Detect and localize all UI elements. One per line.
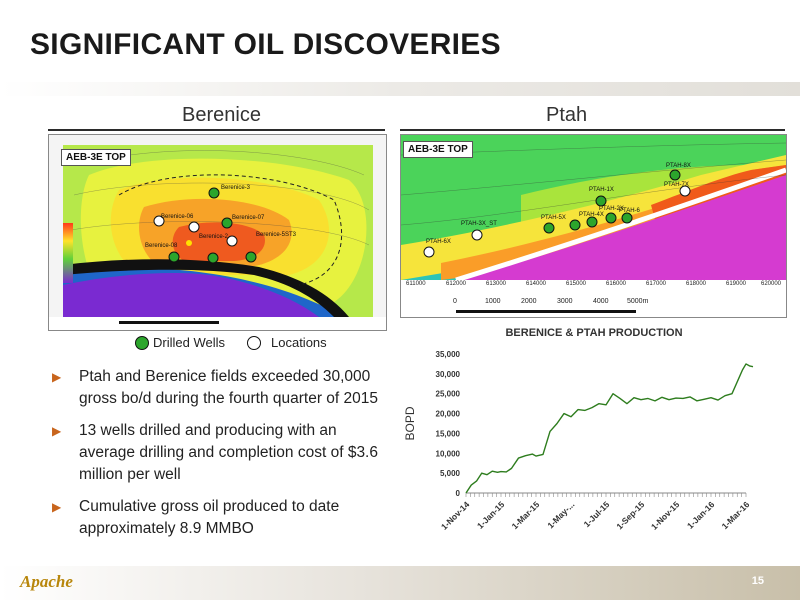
well-label: PTAH-4X [579,212,604,218]
y-tick-label: 0 [456,489,461,498]
production-series-line [465,363,754,494]
well-label: PTAH-6 [619,208,640,214]
bullet-item: ▶ Cumulative gross oil produced to date … [52,496,382,540]
ptah-map: AEB-3E TOP PTAH-6X PTAH-3X_ST PTAH-5X PT… [400,134,787,318]
well-label: PTAH-7X [664,182,689,188]
bullet-arrow-icon: ▶ [52,370,62,384]
x-tick-label: 1-Jul-15 [582,499,612,529]
page-number: 15 [751,575,764,587]
ptah-map-tag: AEB-3E TOP [403,141,473,158]
x-tick-label: 1-Jan-16 [685,499,717,531]
bullet-arrow-icon: ▶ [52,500,62,514]
ptah-map-graphic [401,135,786,317]
well-label: PTAH-5X [541,215,566,221]
bullet-text: 13 wells drilled and producing with an a… [79,422,378,483]
y-tick-label: 35,000 [436,350,461,359]
berenice-map-rule [48,129,385,131]
berenice-map-tag: AEB-3E TOP [61,149,131,166]
y-tick-label: 25,000 [436,390,461,399]
berenice-map: AEB-3E TOP Berenice-3 Berenice-06 Bereni… [48,134,387,331]
x-tick-label: 1-Nov-15 [649,499,682,532]
bullet-arrow-icon: ▶ [52,424,62,438]
grid-label: 615000 [566,281,587,287]
bullet-item: ▶ Ptah and Berenice fields exceeded 30,0… [52,366,382,410]
grid-label: 617000 [646,281,667,287]
grid-label: 614000 [526,281,547,287]
grid-label: 620000 [761,281,782,287]
production-chart: BOPD 0 5,000 10,000 15,000 20,000 25,000 30,000… [403,350,754,532]
well-label: Berenice-08 [145,243,178,249]
y-tick-label: 20,000 [436,410,461,419]
y-tick-label: 10,000 [436,449,461,458]
well-label: Berenice-3 [221,185,251,191]
well-label: Berenice-06 [161,214,194,220]
title-divider [0,82,800,96]
x-tick-label: 1-Mar-15 [510,499,542,531]
well-label: Berenice-2 [199,234,229,240]
drilled-well-icon [135,336,149,350]
well-label: Berenice-5ST3 [256,232,297,238]
scale-label: 0 [453,298,457,305]
x-tick-label: 1-Mar-16 [720,499,752,531]
grid-label: 613000 [486,281,507,287]
grid-label: 616000 [606,281,627,287]
page-title: SIGNIFICANT OIL DISCOVERIES [30,28,501,61]
x-tick-label: 1-May-... [545,499,576,530]
grid-label: 612000 [446,281,467,287]
y-tick-label: 15,000 [436,429,461,438]
x-tick-label: 1-Jan-15 [475,499,507,531]
grid-label: 619000 [726,281,747,287]
berenice-map-label: Berenice [182,104,261,126]
footer-bar [0,566,800,600]
legend-drilled-label: Drilled Wells [153,335,225,350]
well-label: Berenice-07 [232,215,265,221]
well-label: PTAH-1X [589,187,614,193]
well-label: PTAH-6X [426,239,451,245]
x-tick-label: 1-Sep-15 [614,499,646,531]
ptah-map-label: Ptah [546,104,588,126]
y-axis-label: BOPD [403,406,417,440]
bullet-text: Ptah and Berenice fields exceeded 30,000… [79,368,379,407]
well-label: PTAH-8X [666,163,691,169]
bullet-list: ▶ Ptah and Berenice fields exceeded 30,0… [52,366,382,550]
grid-label: 618000 [686,281,707,287]
scale-label: 5000m [627,298,649,305]
ptah-map-rule [400,129,785,131]
scale-label: 2000 [521,298,537,305]
well-legend: Drilled Wells Locations [135,334,355,354]
bullet-item: ▶ 13 wells drilled and producing with an… [52,420,382,486]
well-label: PTAH-3X_ST [461,221,497,227]
chart-title: BERENICE & PTAH PRODUCTION [505,327,683,339]
scale-label: 3000 [557,298,573,305]
grid-label: 611000 [406,281,426,287]
y-tick-label: 5,000 [440,469,461,478]
scale-label: 1000 [485,298,501,305]
legend-locations-label: Locations [271,335,327,350]
scale-label: 4000 [593,298,609,305]
x-tick-label: 1-Nov-14 [439,499,472,532]
bullet-text: Cumulative gross oil produced to date ap… [79,498,340,537]
y-tick-label: 30,000 [436,370,461,379]
apache-logo: Apache [20,572,73,591]
location-icon [247,336,261,350]
